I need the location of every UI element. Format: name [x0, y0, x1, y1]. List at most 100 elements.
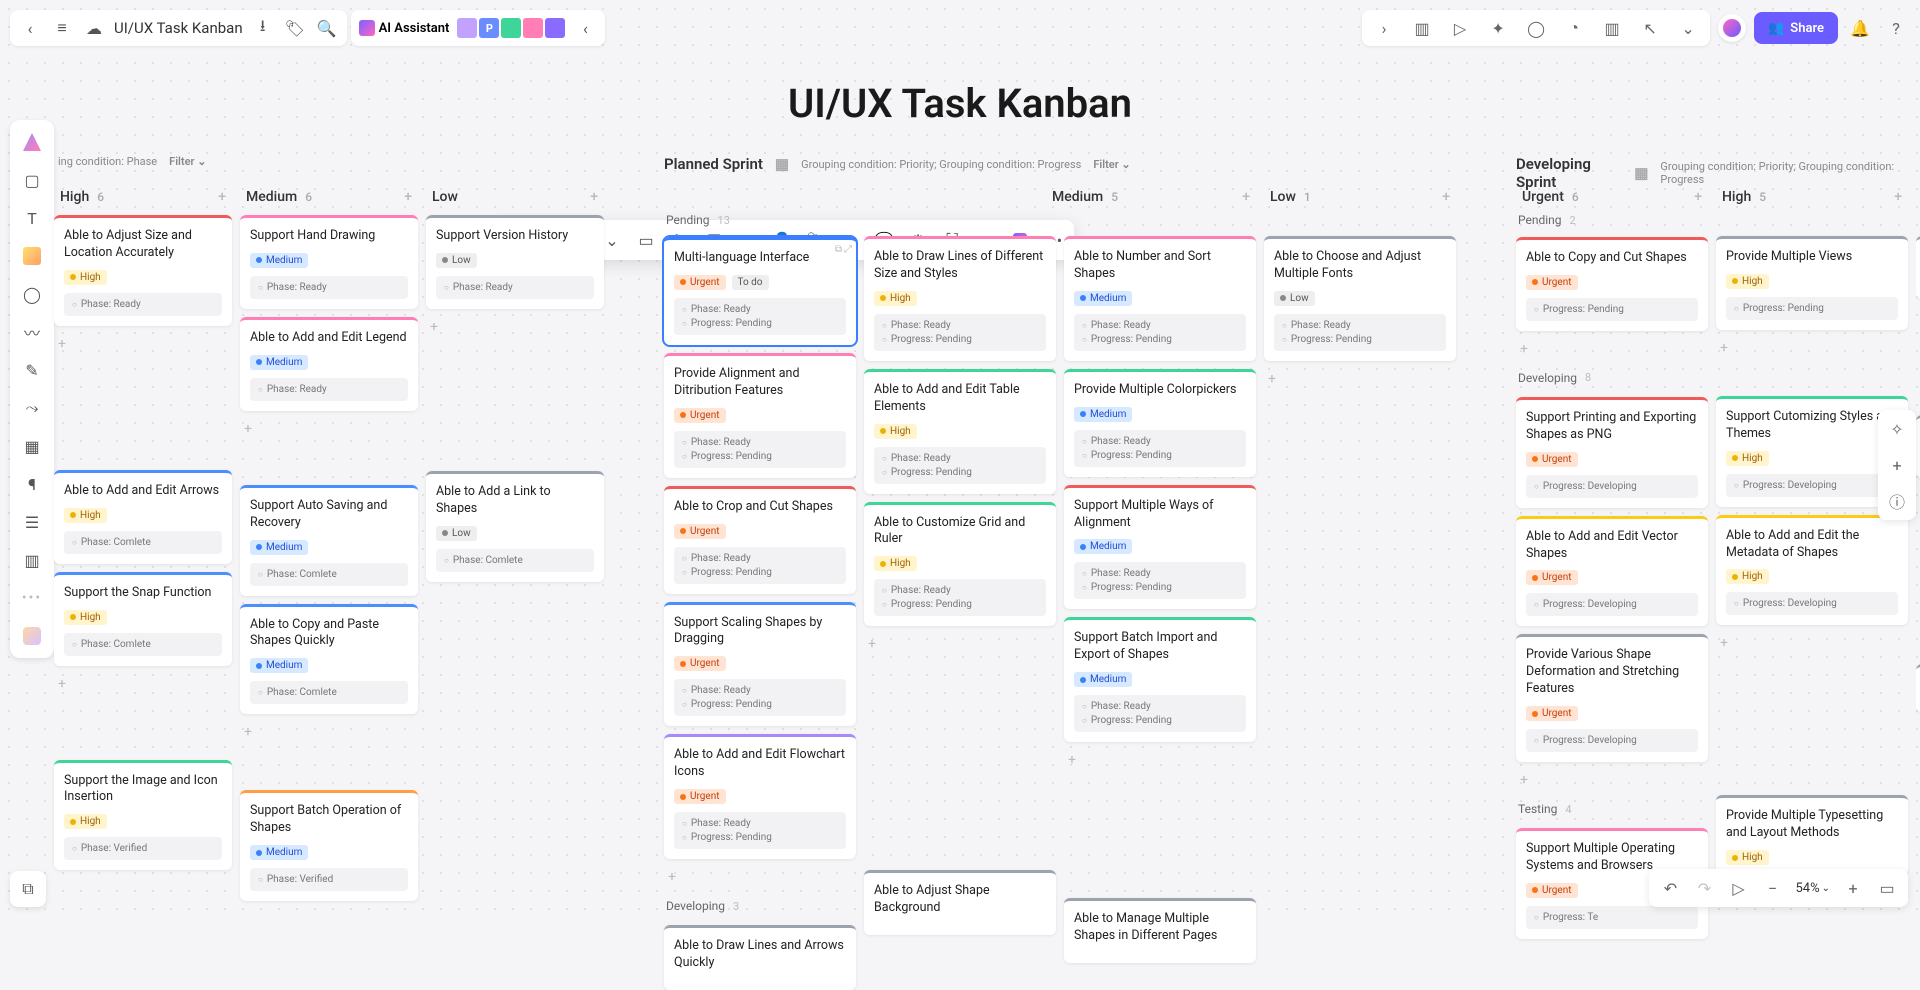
- filter-button[interactable]: Filter ⌄: [1093, 158, 1130, 171]
- kanban-card[interactable]: Support Auto Saving and RecoveryMediumPh…: [240, 485, 418, 596]
- undo-icon[interactable]: ↶: [1659, 877, 1681, 899]
- add-card[interactable]: +: [54, 334, 232, 354]
- add-card[interactable]: +: [1716, 338, 1908, 358]
- minimap-icon[interactable]: ▭: [1876, 877, 1898, 899]
- kanban-card[interactable]: ⧉⤢Multi-language InterfaceUrgentTo doPha…: [664, 237, 856, 345]
- chart-icon[interactable]: ▥: [1598, 14, 1626, 42]
- zoom-in-icon[interactable]: +: [1842, 877, 1864, 899]
- plus-icon[interactable]: +: [1884, 452, 1910, 478]
- kanban-card[interactable]: Able to Manage Multiple Shapes in Differ…: [1064, 898, 1256, 963]
- kanban-card[interactable]: Able to Add and Edit Flowchart IconsUrge…: [664, 734, 856, 859]
- kanban-card[interactable]: Able to Number and Sort ShapesMediumPhas…: [1064, 236, 1256, 361]
- kanban-card[interactable]: Able to Copy and Paste Shapes QuicklyMed…: [240, 604, 418, 715]
- tag-icon[interactable]: 🏷: [283, 16, 307, 40]
- add-card[interactable]: +: [864, 634, 1056, 654]
- add-card[interactable]: +: [1516, 339, 1708, 359]
- add-icon[interactable]: +: [1694, 189, 1702, 205]
- info-icon[interactable]: ⓘ: [1884, 488, 1910, 514]
- cursor-tool-icon[interactable]: ▷: [1727, 877, 1749, 899]
- kanban-card[interactable]: leM: [1916, 236, 1920, 299]
- menu-icon[interactable]: ≡: [50, 16, 74, 40]
- kanban-card[interactable]: Able to Adjust Shape Background: [864, 870, 1056, 935]
- user-avatar[interactable]: [1718, 14, 1746, 42]
- share-button[interactable]: 👥 Share: [1754, 12, 1838, 44]
- copy-icon[interactable]: ⧉: [835, 244, 842, 255]
- kanban-card[interactable]: Support Scaling Shapes by DraggingUrgent…: [664, 602, 856, 727]
- add-icon[interactable]: +: [590, 189, 598, 205]
- brush-tool[interactable]: ✎: [18, 356, 46, 384]
- expand-icon[interactable]: ⤢: [844, 244, 852, 255]
- kanban-card[interactable]: Able to Customize Grid and RulerHighPhas…: [864, 502, 1056, 627]
- kanban-card[interactable]: Support Version HistoryLowPhase: Ready: [426, 215, 604, 309]
- timer-icon[interactable]: ◔: [1560, 14, 1588, 42]
- kanban-card[interactable]: Able to Add and Edit the Metadata of Sha…: [1716, 515, 1908, 626]
- target-icon[interactable]: ✧: [1884, 416, 1910, 442]
- kanban-card[interactable]: RequM: [1916, 415, 1920, 478]
- kanban-card[interactable]: Support Multiple Ways of AlignmentMedium…: [1064, 485, 1256, 610]
- add-card[interactable]: +: [54, 674, 232, 694]
- table-tool[interactable]: ▦: [18, 432, 46, 460]
- kanban-card[interactable]: Support the Snap FunctionHighPhase: Coml…: [54, 572, 232, 666]
- kanban-card[interactable]: Provide Multiple Typesetting and Layout …: [1716, 795, 1908, 875]
- back-icon[interactable]: ‹: [18, 16, 42, 40]
- add-card[interactable]: +: [1064, 750, 1256, 770]
- text-block-tool[interactable]: ¶: [18, 470, 46, 498]
- screenshot-tool[interactable]: ⧉: [10, 871, 46, 907]
- redo-icon[interactable]: ↷: [1693, 877, 1715, 899]
- kanban-card[interactable]: Able to Add a Link to ShapesLowPhase: Co…: [426, 471, 604, 582]
- shape-tool[interactable]: ◯: [18, 280, 46, 308]
- add-card[interactable]: +: [1264, 369, 1456, 389]
- kanban-card[interactable]: Able to Choose and Adjust Multiple Fonts…: [1264, 236, 1456, 361]
- kanban-card[interactable]: Able to Add and Edit Table ElementsHighP…: [864, 369, 1056, 494]
- bell-icon[interactable]: 🔔: [1846, 14, 1874, 42]
- add-icon[interactable]: +: [404, 189, 412, 205]
- chevron-right-icon[interactable]: ›: [1370, 14, 1398, 42]
- frame-tool[interactable]: ▢: [18, 166, 46, 194]
- kanban-card[interactable]: Support Hand DrawingMediumPhase: Ready: [240, 215, 418, 309]
- kanban-card[interactable]: Able: [1916, 664, 1920, 712]
- chevron-left-icon[interactable]: ‹: [573, 16, 597, 40]
- chevron-down-icon[interactable]: ⌄: [1674, 14, 1702, 42]
- list-tool[interactable]: ☰: [18, 508, 46, 536]
- kanban-card[interactable]: Able to Draw Lines and Arrows Quickly: [664, 925, 856, 990]
- add-card[interactable]: +: [240, 419, 418, 439]
- kanban-card[interactable]: Provide Multiple ColorpickersMediumPhase…: [1064, 369, 1256, 477]
- add-card[interactable]: +: [1716, 633, 1908, 653]
- add-icon[interactable]: +: [1894, 189, 1902, 205]
- kanban-card[interactable]: Provide Alignment and Ditribution Featur…: [664, 353, 856, 478]
- kanban-card[interactable]: Provide Multiple ViewsHighProgress: Pend…: [1716, 236, 1908, 330]
- kanban-card[interactable]: Able to Adjust Size and Location Accurat…: [54, 215, 232, 326]
- add-icon[interactable]: +: [218, 189, 226, 205]
- sparkle-icon[interactable]: ✦: [1484, 14, 1512, 42]
- ai-assistant-button[interactable]: AI Assistant: [359, 20, 450, 36]
- kanban-card[interactable]: Support Batch Operation of ShapesMediumP…: [240, 790, 418, 901]
- kanban-card[interactable]: Support the Image and Icon InsertionHigh…: [54, 760, 232, 871]
- layers-icon[interactable]: ▥: [1408, 14, 1436, 42]
- kanban-card[interactable]: Able to Crop and Cut ShapesUrgentPhase: …: [664, 486, 856, 594]
- kanban-card[interactable]: Able to Draw Lines of Different Size and…: [864, 236, 1056, 361]
- kanban-card[interactable]: Able to Copy and Cut ShapesUrgentProgres…: [1516, 237, 1708, 331]
- play-icon[interactable]: ▷: [1446, 14, 1474, 42]
- help-icon[interactable]: ?: [1882, 14, 1910, 42]
- add-icon[interactable]: +: [1442, 189, 1450, 205]
- apps-tool[interactable]: [18, 622, 46, 650]
- kanban-card[interactable]: Provide Various Shape Deformation and St…: [1516, 634, 1708, 762]
- kanban-card[interactable]: Support Batch Import and Export of Shape…: [1064, 617, 1256, 742]
- comment-icon[interactable]: ◯: [1522, 14, 1550, 42]
- zoom-out-icon[interactable]: −: [1761, 877, 1783, 899]
- collaborator-avatars[interactable]: P: [457, 18, 565, 38]
- download-icon[interactable]: ⭳: [251, 16, 275, 40]
- add-card[interactable]: +: [664, 867, 856, 887]
- add-card[interactable]: +: [1516, 770, 1708, 790]
- kanban-card[interactable]: Able to Add and Edit LegendMediumPhase: …: [240, 317, 418, 411]
- add-card[interactable]: +: [240, 722, 418, 742]
- pen-tool[interactable]: 〰: [18, 318, 46, 346]
- zoom-level[interactable]: 54% ⌄: [1795, 881, 1830, 896]
- sticky-tool[interactable]: [18, 242, 46, 270]
- cursor-icon[interactable]: ↖: [1636, 14, 1664, 42]
- shapes-tool[interactable]: [18, 128, 46, 156]
- kanban-tool[interactable]: ▥: [18, 546, 46, 574]
- search-icon[interactable]: 🔍: [315, 16, 339, 40]
- kanban-card[interactable]: Able to Add and Edit ArrowsHighPhase: Co…: [54, 470, 232, 564]
- kanban-card[interactable]: Able to Add and Edit Vector ShapesUrgent…: [1516, 516, 1708, 627]
